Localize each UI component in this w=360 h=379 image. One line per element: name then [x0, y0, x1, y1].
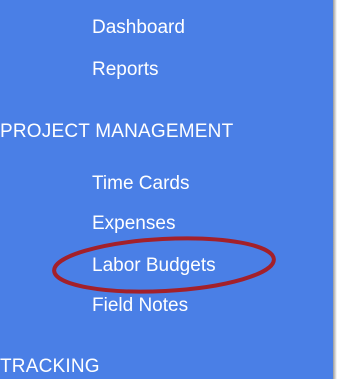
sidebar-item-dashboard[interactable]: Dashboard — [92, 16, 185, 40]
sidebar-edge-shadow — [333, 0, 337, 379]
sidebar-nav: Dashboard Reports PROJECT MANAGEMENT Tim… — [0, 0, 333, 379]
section-heading-project-management: PROJECT MANAGEMENT — [0, 121, 234, 142]
sidebar-item-reports[interactable]: Reports — [92, 58, 159, 82]
section-heading-tracking: TRACKING — [0, 356, 100, 377]
sidebar-item-expenses[interactable]: Expenses — [92, 212, 175, 236]
sidebar-item-field-notes[interactable]: Field Notes — [92, 294, 188, 318]
sidebar-item-labor-budgets[interactable]: Labor Budgets — [92, 254, 216, 278]
sidebar-item-time-cards[interactable]: Time Cards — [92, 172, 189, 196]
